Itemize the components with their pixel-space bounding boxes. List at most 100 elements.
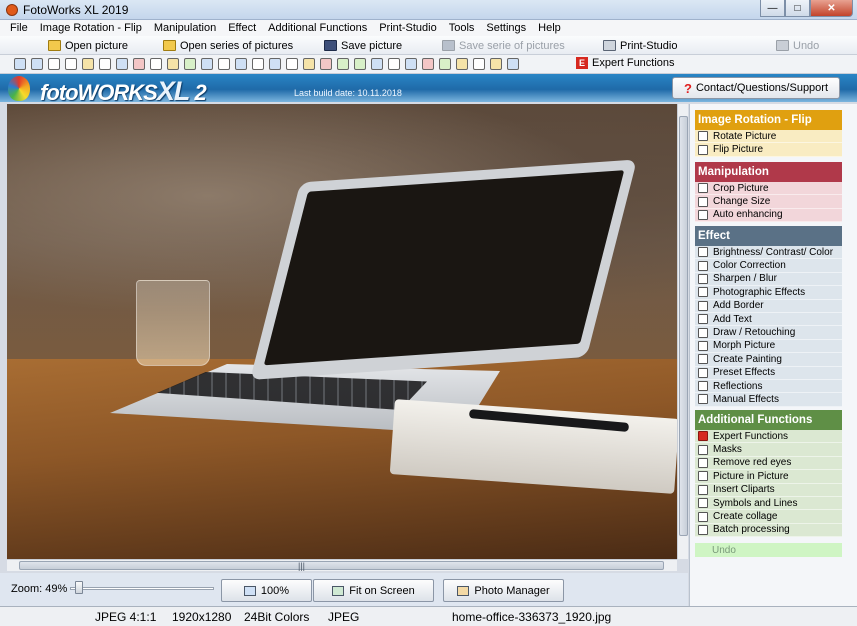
text-icon[interactable] xyxy=(286,58,298,70)
rotate-left-icon[interactable] xyxy=(14,58,26,70)
sidebar-item[interactable]: Insert Cliparts xyxy=(695,483,842,497)
flip-icon[interactable] xyxy=(82,58,94,70)
star-icon[interactable] xyxy=(490,58,502,70)
red-eye-icon[interactable] xyxy=(422,58,434,70)
sidebar-undo[interactable]: Undo xyxy=(695,543,842,557)
contact-support-button[interactable]: ? Contact/Questions/Support xyxy=(672,77,840,99)
minimize-button[interactable]: — xyxy=(760,0,785,17)
fit-on-screen-button[interactable]: Fit on Screen xyxy=(313,579,434,602)
print-icon[interactable] xyxy=(116,58,128,70)
reflection-icon[interactable] xyxy=(371,58,383,70)
draw-icon[interactable] xyxy=(303,58,315,70)
undo-icon xyxy=(776,40,789,51)
sidebar-item[interactable]: Symbols and Lines xyxy=(695,496,842,511)
sidebar-item-label: Rotate Picture xyxy=(713,130,777,142)
sidebar-item[interactable]: Brightness/ Contrast/ Color xyxy=(695,246,842,260)
undo-button[interactable]: Undo xyxy=(776,37,819,54)
zoom-100-button[interactable]: 100% xyxy=(221,579,312,602)
sidebar-section-title[interactable]: Manipulation xyxy=(695,162,842,182)
clipart-icon[interactable] xyxy=(456,58,468,70)
sidebar-item[interactable]: Color Correction xyxy=(695,259,842,273)
sidebar-item[interactable]: Batch processing xyxy=(695,523,842,538)
mask-icon[interactable] xyxy=(405,58,417,70)
sidebar-item-label: Auto enhancing xyxy=(713,209,783,221)
sidebar-item-icon xyxy=(698,457,708,468)
balloon-logo-icon xyxy=(8,76,30,101)
batch-icon[interactable] xyxy=(507,58,519,70)
sidebar-item[interactable]: Create Painting xyxy=(695,353,842,367)
menu-help[interactable]: Help xyxy=(532,22,567,34)
sidebar-item-icon xyxy=(698,498,708,509)
menu-effect[interactable]: Effect xyxy=(222,22,262,34)
sidebar-item[interactable]: Flip Picture xyxy=(695,143,842,157)
color-icon[interactable] xyxy=(201,58,213,70)
menu-manipulation[interactable]: Manipulation xyxy=(148,22,222,34)
sidebar-item-icon xyxy=(698,367,708,378)
picture-in-picture-icon[interactable] xyxy=(439,58,451,70)
sidebar-item[interactable]: Expert Functions xyxy=(695,430,842,444)
sidebar-item[interactable]: Masks xyxy=(695,443,842,457)
horizontal-scrollbar[interactable]: ||| xyxy=(7,559,677,571)
maximize-button[interactable]: □ xyxy=(785,0,810,17)
menu-print-studio[interactable]: Print-Studio xyxy=(373,22,442,34)
resize-icon[interactable] xyxy=(150,58,162,70)
sidebar-item[interactable]: Morph Picture xyxy=(695,339,842,354)
save-picture-button[interactable]: Save picture xyxy=(324,37,402,54)
sidebar-section-title[interactable]: Image Rotation - Flip xyxy=(695,110,842,130)
sidebar-item-label: Expert Functions xyxy=(713,430,789,442)
morph-icon[interactable] xyxy=(320,58,332,70)
sharpen-icon[interactable] xyxy=(218,58,230,70)
painting-icon[interactable] xyxy=(337,58,349,70)
brightness-icon[interactable] xyxy=(184,58,196,70)
rotate-right-icon[interactable] xyxy=(31,58,43,70)
sidebar-item[interactable]: Reflections xyxy=(695,379,842,394)
sidebar-item[interactable]: Draw / Retouching xyxy=(695,326,842,340)
sidebar-item-label: Create collage xyxy=(713,511,778,523)
sidebar-item[interactable]: Create collage xyxy=(695,510,842,524)
sidebar-item[interactable]: Change Size xyxy=(695,195,842,209)
image-icon[interactable] xyxy=(269,58,281,70)
sidebar-item[interactable]: Remove red eyes xyxy=(695,456,842,471)
sidebar-item[interactable]: Picture in Picture xyxy=(695,470,842,484)
status-type: JPEG xyxy=(328,610,360,624)
manual-effect-icon[interactable] xyxy=(388,58,400,70)
image-canvas[interactable] xyxy=(7,104,677,559)
print-studio-button[interactable]: Print-Studio xyxy=(603,37,677,54)
sidebar-item[interactable]: Manual Effects xyxy=(695,393,842,407)
mirror-icon[interactable] xyxy=(99,58,111,70)
crop-icon[interactable] xyxy=(133,58,145,70)
save-series-button[interactable]: Save serie of pictures xyxy=(442,37,565,54)
sidebar-item[interactable]: Crop Picture xyxy=(695,182,842,196)
photo-effect-icon[interactable] xyxy=(235,58,247,70)
menu-file[interactable]: File xyxy=(4,22,34,34)
sidebar-item[interactable]: Add Text xyxy=(695,312,842,327)
rotate-ccw-icon[interactable] xyxy=(48,58,60,70)
menu-tools[interactable]: Tools xyxy=(443,22,481,34)
sidebar-item[interactable]: Preset Effects xyxy=(695,366,842,380)
close-button[interactable]: ✕ xyxy=(810,0,853,17)
sidebar-item[interactable]: Sharpen / Blur xyxy=(695,272,842,287)
menu-settings[interactable]: Settings xyxy=(480,22,532,34)
sidebar-section-title[interactable]: Additional Functions xyxy=(695,410,842,430)
sidebar-item[interactable]: Photographic Effects xyxy=(695,286,842,300)
sidebar-section-title[interactable]: Effect xyxy=(695,226,842,246)
border-icon[interactable] xyxy=(252,58,264,70)
enhance-icon[interactable] xyxy=(167,58,179,70)
vertical-scrollbar[interactable] xyxy=(677,104,688,559)
open-series-button[interactable]: Open series of pictures xyxy=(163,37,293,54)
sidebar-item[interactable]: Rotate Picture xyxy=(695,130,842,144)
menu-additional-functions[interactable]: Additional Functions xyxy=(262,22,373,34)
menu-image-rotation[interactable]: Image Rotation - Flip xyxy=(34,22,148,34)
symbols-icon[interactable] xyxy=(473,58,485,70)
sidebar-item[interactable]: Auto enhancing xyxy=(695,208,842,223)
zoom-slider-handle[interactable] xyxy=(75,581,83,594)
sidebar-item[interactable]: Add Border xyxy=(695,299,842,313)
folder-icon xyxy=(163,40,176,51)
sidebar-section: Manipulation Crop Picture Change Size Auto … xyxy=(695,162,842,223)
expert-functions-button[interactable]: E Expert Functions xyxy=(576,57,675,69)
open-picture-button[interactable]: Open picture xyxy=(48,37,128,54)
preset-icon[interactable] xyxy=(354,58,366,70)
photo-manager-button[interactable]: Photo Manager xyxy=(443,579,564,602)
zoom-slider[interactable] xyxy=(70,580,214,596)
rotate-cw-icon[interactable] xyxy=(65,58,77,70)
